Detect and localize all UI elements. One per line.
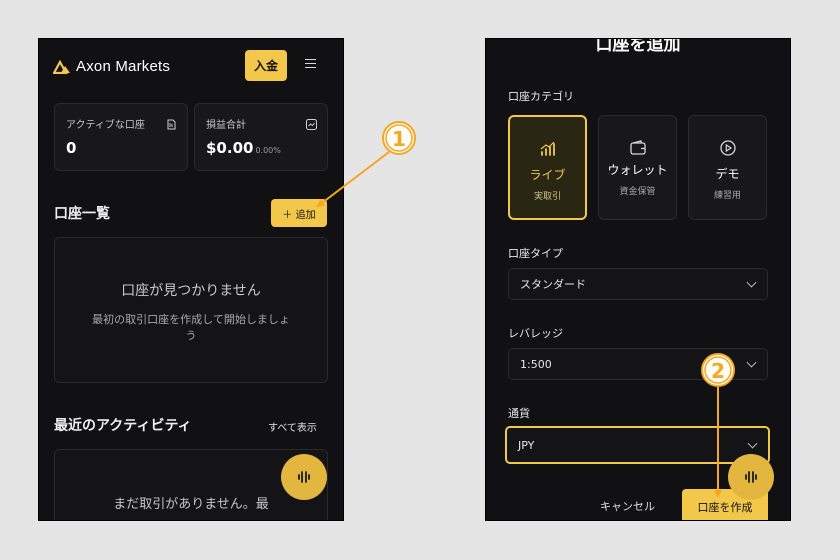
category-subtitle: 資金保管 bbox=[619, 187, 656, 197]
category-subtitle: 実取引 bbox=[533, 192, 561, 202]
leverage-select[interactable]: 1:500 bbox=[508, 348, 768, 380]
currency-select[interactable]: JPY bbox=[505, 426, 770, 464]
category-label: 口座カテゴリ bbox=[508, 90, 574, 103]
logo-icon bbox=[53, 59, 70, 74]
empty-accounts-description: 最初の取引口座を作成して開始しましょう bbox=[92, 313, 290, 342]
stat-value: 0 bbox=[66, 139, 77, 157]
play-circle-icon bbox=[719, 140, 736, 156]
stat-label: アクティブな口座 bbox=[66, 120, 145, 131]
voice-assistant-button[interactable] bbox=[281, 454, 327, 500]
modal-title: 口座を追加 bbox=[595, 38, 681, 55]
cancel-button[interactable]: キャンセル bbox=[600, 498, 655, 514]
account-type-label: 口座タイプ bbox=[508, 247, 563, 260]
brand-name: Axon Markets bbox=[76, 58, 171, 75]
add-account-modal: 口座を追加 口座カテゴリ ライブ 実取引 ウォレット 資金保管 デモ 練習用 口… bbox=[485, 38, 791, 521]
stat-percent: 0.00% bbox=[255, 146, 281, 155]
account-type-select[interactable]: スタンダード bbox=[508, 268, 768, 300]
sound-wave-icon bbox=[745, 471, 757, 483]
voice-assistant-button[interactable] bbox=[728, 454, 774, 500]
active-accounts-card: アクティブな口座 0 bbox=[54, 103, 188, 171]
chevron-down-icon bbox=[746, 277, 757, 288]
dashboard-screen: Axon Markets 入金 アクティブな口座 0 損益合計 $0.00 0.0… bbox=[38, 38, 344, 521]
category-title: ウォレット bbox=[607, 163, 668, 177]
svg-text:1: 1 bbox=[392, 127, 406, 151]
category-live-option[interactable]: ライブ 実取引 bbox=[508, 115, 587, 220]
add-account-button[interactable]: ＋ 追加 bbox=[271, 199, 327, 227]
top-bar: Axon Markets bbox=[39, 39, 343, 94]
see-all-link[interactable]: すべて表示 bbox=[268, 419, 317, 434]
wallet-icon bbox=[629, 140, 646, 155]
category-subtitle: 練習用 bbox=[713, 191, 741, 201]
empty-accounts-title: 口座が見つかりません bbox=[121, 283, 261, 299]
stat-label: 損益合計 bbox=[206, 120, 246, 131]
recent-activity-title: 最近のアクティビティ bbox=[54, 418, 192, 434]
category-wallet-option[interactable]: ウォレット 資金保管 bbox=[598, 115, 677, 220]
no-trades-text: まだ取引がありません。最 bbox=[113, 497, 269, 512]
category-title: ライブ bbox=[529, 168, 566, 182]
accounts-list-title: 口座一覧 bbox=[54, 206, 110, 222]
chevron-down-icon bbox=[746, 357, 757, 368]
pnl-total-card: 損益合計 $0.00 0.00% bbox=[194, 103, 328, 171]
step-1-marker: 1 bbox=[382, 121, 416, 155]
trend-chart-icon bbox=[306, 119, 317, 130]
chevron-down-icon bbox=[747, 438, 758, 449]
deposit-button[interactable]: 入金 bbox=[245, 50, 287, 81]
account-type-value: スタンダード bbox=[520, 278, 586, 291]
sound-wave-icon bbox=[298, 471, 310, 483]
category-demo-option[interactable]: デモ 練習用 bbox=[688, 115, 767, 220]
category-title: デモ bbox=[715, 167, 740, 181]
leverage-label: レバレッジ bbox=[508, 327, 563, 340]
hamburger-menu-icon[interactable] bbox=[305, 59, 316, 69]
stat-value: $0.00 0.00% bbox=[206, 139, 281, 157]
empty-accounts-panel: 口座が見つかりません 最初の取引口座を作成して開始しましょう bbox=[54, 237, 328, 383]
leverage-value: 1:500 bbox=[520, 357, 552, 371]
currency-label: 通貨 bbox=[508, 407, 530, 420]
chart-bars-icon bbox=[540, 141, 555, 156]
document-icon bbox=[167, 119, 176, 130]
currency-value: JPY bbox=[518, 438, 535, 452]
